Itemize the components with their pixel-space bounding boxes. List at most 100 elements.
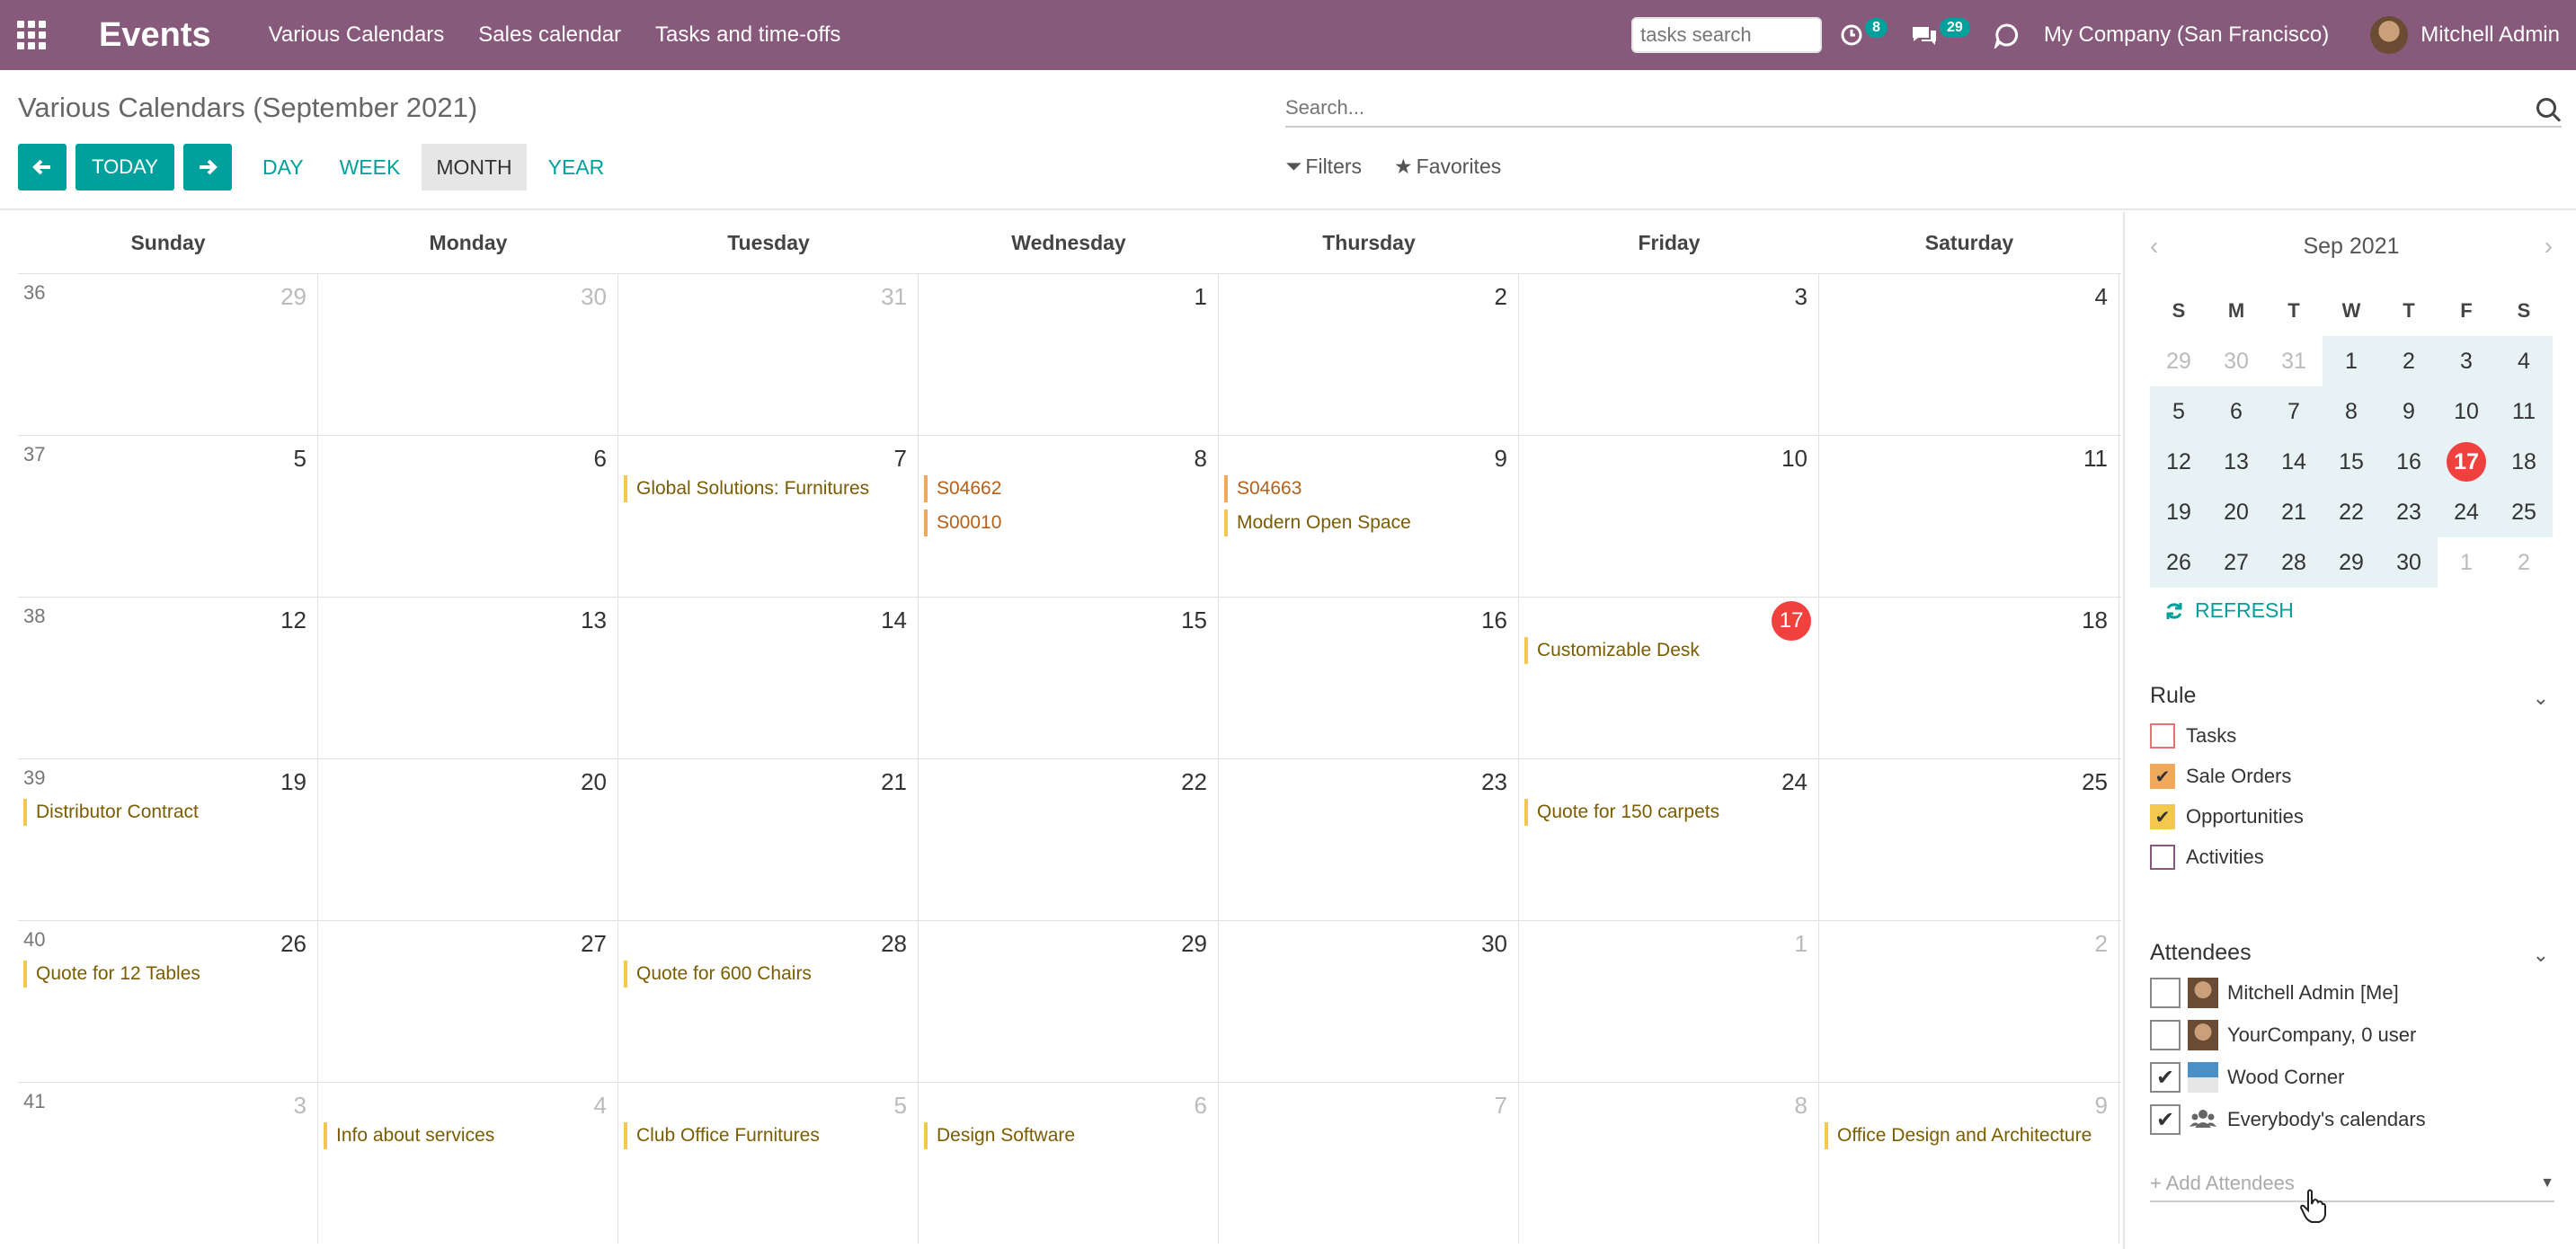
calendar-day-cell[interactable]: 2	[1819, 921, 2119, 1082]
user-menu[interactable]: Mitchell Admin	[2421, 22, 2560, 48]
filter-checkbox[interactable]	[2150, 723, 2175, 749]
chevron-left-icon[interactable]: ‹	[2150, 232, 2158, 261]
rule-filter-item[interactable]: Tasks	[2150, 721, 2236, 751]
mini-day[interactable]: 28	[2265, 537, 2323, 588]
mini-day[interactable]: 25	[2495, 487, 2553, 537]
company-switcher[interactable]: My Company (San Francisco)	[2044, 22, 2329, 48]
search-input[interactable]	[1285, 96, 2536, 120]
mini-day[interactable]: 13	[2207, 437, 2265, 487]
calendar-event[interactable]: S04663	[1224, 475, 1301, 502]
mini-day[interactable]: 8	[2323, 386, 2380, 437]
calendar-day-cell[interactable]: 9 S04663 Modern Open Space	[1219, 436, 1519, 597]
calendar-day-cell[interactable]: 29	[18, 274, 318, 435]
chevron-right-icon[interactable]: ›	[2545, 232, 2553, 261]
rule-section-title[interactable]: Rule	[2150, 683, 2196, 709]
refresh-button[interactable]: REFRESH	[2164, 598, 2294, 623]
calendar-day-cell[interactable]: 13	[318, 598, 618, 758]
attendee-filter-item[interactable]: ✔ Everybody's calendars	[2150, 1104, 2426, 1135]
calendar-day-cell[interactable]: 11	[1819, 436, 2119, 597]
calendar-day-cell[interactable]: 1	[1519, 921, 1819, 1082]
calendar-day-cell[interactable]: 12	[18, 598, 318, 758]
calendar-day-cell[interactable]: 20	[318, 759, 618, 920]
mini-day[interactable]: 17	[2438, 437, 2495, 487]
calendar-day-cell[interactable]: 8	[1519, 1083, 1819, 1244]
calendar-event[interactable]: Modern Open Space	[1224, 509, 1411, 536]
filters-dropdown[interactable]: ⏷ Filters	[1285, 155, 1362, 179]
calendar-event[interactable]: Quote for 150 carpets	[1524, 799, 1719, 826]
mini-day[interactable]: 5	[2150, 386, 2207, 437]
calendar-event[interactable]: Quote for 12 Tables	[23, 961, 200, 988]
menu-sales-calendar[interactable]: Sales calendar	[478, 22, 621, 48]
calendar-event[interactable]: Office Design and Architecture	[1825, 1122, 2092, 1149]
calendar-day-cell[interactable]: 6 Design Software	[919, 1083, 1219, 1244]
mini-day[interactable]: 4	[2495, 336, 2553, 386]
mini-day[interactable]: 26	[2150, 537, 2207, 588]
app-brand[interactable]: Events	[99, 16, 211, 55]
calendar-day-cell[interactable]: 4	[1819, 274, 2119, 435]
calendar-day-cell[interactable]: 19 Distributor Contract	[18, 759, 318, 920]
scale-day-button[interactable]: DAY	[248, 144, 318, 190]
mini-day[interactable]: 11	[2495, 386, 2553, 437]
calendar-day-cell[interactable]: 9 Office Design and Architecture	[1819, 1083, 2119, 1244]
calendar-day-cell[interactable]: 2	[1219, 274, 1519, 435]
previous-button[interactable]	[18, 144, 67, 190]
calendar-event[interactable]: S04662	[924, 475, 1001, 502]
calendar-event[interactable]: Design Software	[924, 1122, 1075, 1149]
attendee-filter-item[interactable]: ✔ Wood Corner	[2150, 1062, 2344, 1093]
calendar-day-cell[interactable]: 28 Quote for 600 Chairs	[618, 921, 919, 1082]
search-icon[interactable]	[2536, 98, 2556, 118]
calendar-day-cell[interactable]: 25	[1819, 759, 2119, 920]
apps-grid-icon[interactable]	[16, 20, 47, 50]
mini-day[interactable]: 6	[2207, 386, 2265, 437]
messages-button[interactable]: 29	[1911, 18, 1970, 47]
mini-day[interactable]: 15	[2323, 437, 2380, 487]
mini-day[interactable]: 14	[2265, 437, 2323, 487]
user-avatar[interactable]	[2370, 16, 2409, 54]
mini-day[interactable]: 24	[2438, 487, 2495, 537]
mini-day[interactable]: 18	[2495, 437, 2553, 487]
calendar-day-cell[interactable]: 24 Quote for 150 carpets	[1519, 759, 1819, 920]
filter-checkbox[interactable]: ✔	[2150, 764, 2175, 789]
mini-day[interactable]: 7	[2265, 386, 2323, 437]
attendee-checkbox[interactable]	[2150, 1020, 2181, 1050]
menu-tasks-timeoffs[interactable]: Tasks and time-offs	[655, 22, 840, 48]
calendar-day-cell[interactable]: 18	[1819, 598, 2119, 758]
calendar-day-cell[interactable]: 29	[919, 921, 1219, 1082]
calendar-day-cell[interactable]: 5 Club Office Furnitures	[618, 1083, 919, 1244]
calendar-day-cell[interactable]: 21	[618, 759, 919, 920]
scale-week-button[interactable]: WEEK	[325, 144, 415, 190]
calendar-day-cell[interactable]: 30	[1219, 921, 1519, 1082]
calendar-day-cell[interactable]: 1	[919, 274, 1219, 435]
tasks-search-input[interactable]	[1631, 17, 1823, 53]
calendar-day-cell[interactable]: 10	[1519, 436, 1819, 597]
mini-day[interactable]: 30	[2380, 537, 2438, 588]
favorites-dropdown[interactable]: ★ Favorites	[1394, 155, 1501, 179]
calendar-day-cell[interactable]: 17 Customizable Desk	[1519, 598, 1819, 758]
calendar-day-cell[interactable]: 8 S04662 S00010	[919, 436, 1219, 597]
mini-day[interactable]: 22	[2323, 487, 2380, 537]
calendar-day-cell[interactable]: 15	[919, 598, 1219, 758]
calendar-day-cell[interactable]: 4 Info about services	[318, 1083, 618, 1244]
calendar-day-cell[interactable]: 3	[18, 1083, 318, 1244]
mini-day[interactable]: 23	[2380, 487, 2438, 537]
mini-day[interactable]: 16	[2380, 437, 2438, 487]
rule-filter-item[interactable]: ✔ Opportunities	[2150, 802, 2304, 832]
calendar-day-cell[interactable]: 31	[618, 274, 919, 435]
mini-day[interactable]: 27	[2207, 537, 2265, 588]
attendee-filter-item[interactable]: YourCompany, 0 user	[2150, 1020, 2416, 1050]
calendar-day-cell[interactable]: 14	[618, 598, 919, 758]
mini-day[interactable]: 2	[2380, 336, 2438, 386]
mini-day[interactable]: 1	[2438, 537, 2495, 588]
calendar-event[interactable]: Info about services	[324, 1122, 494, 1149]
calendar-day-cell[interactable]: 5	[18, 436, 318, 597]
mini-day[interactable]: 3	[2438, 336, 2495, 386]
calendar-day-cell[interactable]: 27	[318, 921, 618, 1082]
mini-day[interactable]: 29	[2323, 537, 2380, 588]
chevron-down-icon[interactable]: ⌄	[2533, 943, 2549, 967]
attendee-filter-item[interactable]: Mitchell Admin [Me]	[2150, 978, 2399, 1008]
calendar-day-cell[interactable]: 22	[919, 759, 1219, 920]
mini-day[interactable]: 20	[2207, 487, 2265, 537]
calendar-event[interactable]: S00010	[924, 509, 1001, 536]
today-button[interactable]: TODAY	[76, 144, 174, 190]
calendar-day-cell[interactable]: 30	[318, 274, 618, 435]
